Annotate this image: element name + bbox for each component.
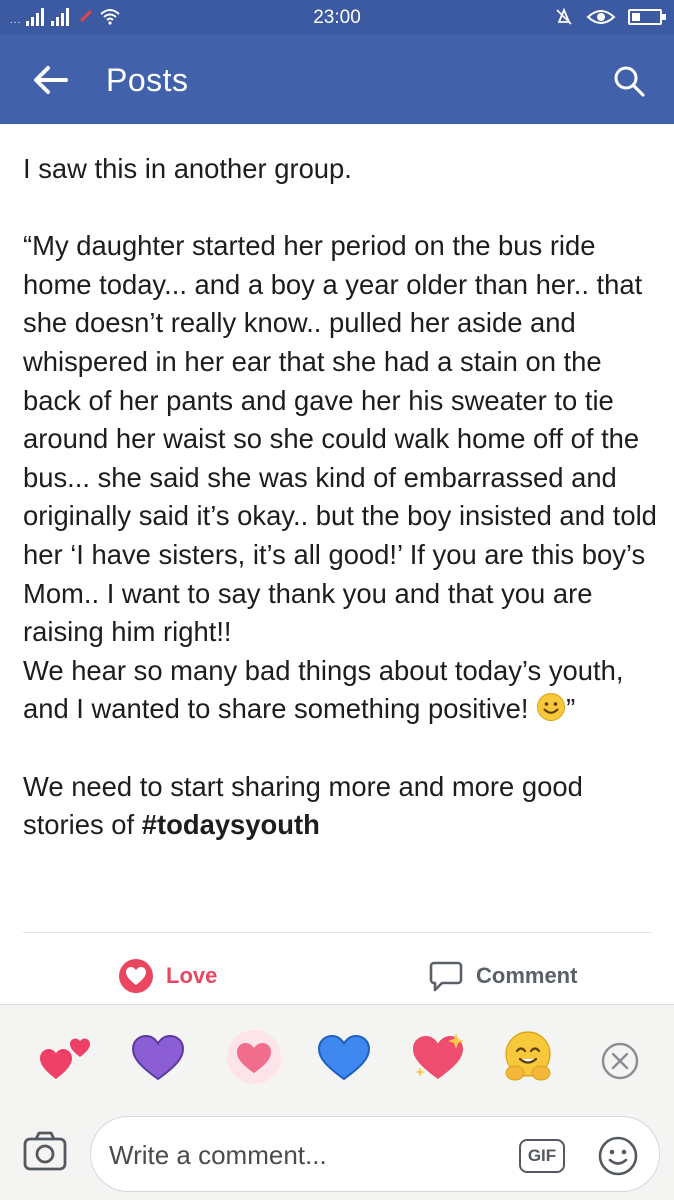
post-body: I saw this in another group. “My daughter… <box>23 150 659 845</box>
two-hearts-icon[interactable] <box>36 1027 96 1087</box>
post-actions: Love Comment <box>0 950 674 1000</box>
close-icon[interactable] <box>600 1041 640 1081</box>
comment-input-container: GIF <box>90 1116 660 1193</box>
post-paragraph: We need to start sharing more and more g… <box>23 768 659 845</box>
love-reaction-icon <box>119 959 153 993</box>
comment-composer: GIF <box>0 1104 674 1200</box>
glowing-heart-icon[interactable] <box>224 1027 284 1087</box>
gif-button[interactable]: GIF <box>519 1139 565 1173</box>
hashtag-link[interactable]: #todaysyouth <box>142 809 320 840</box>
reaction-tray <box>0 1004 674 1104</box>
purple-heart-icon[interactable] <box>128 1027 188 1087</box>
comment-label: Comment <box>476 963 578 988</box>
comment-icon <box>429 961 463 992</box>
battery-icon <box>628 9 666 25</box>
smiling-face-icon <box>537 693 566 722</box>
post-paragraph: “My daughter started her period on the b… <box>23 230 665 648</box>
post-paragraph: I saw this in another group. <box>23 153 352 184</box>
post-card: I saw this in another group. “My daughter… <box>0 124 674 1004</box>
camera-icon[interactable] <box>22 1130 68 1174</box>
sparkling-heart-icon[interactable] <box>408 1027 468 1087</box>
alarm-off-icon <box>556 7 572 25</box>
comment-button[interactable]: Comment <box>428 958 577 994</box>
divider <box>23 932 651 933</box>
love-button[interactable]: Love <box>118 958 217 994</box>
comment-input[interactable] <box>109 1117 509 1193</box>
status-icons-right <box>554 6 666 28</box>
love-label: Love <box>166 963 218 988</box>
blue-heart-icon[interactable] <box>314 1027 374 1087</box>
hugging-face-icon[interactable] <box>498 1027 558 1087</box>
status-bar: ... 23:00 <box>0 0 674 34</box>
app-bar: Posts <box>0 34 674 124</box>
arrow-left-icon[interactable] <box>30 62 70 98</box>
eye-icon <box>586 10 616 24</box>
page-title: Posts <box>106 62 189 98</box>
search-icon[interactable] <box>612 64 646 98</box>
sticker-icon[interactable] <box>597 1135 639 1177</box>
post-paragraph: We hear so many bad things about today’s… <box>23 652 659 729</box>
closing-quote: ” <box>566 693 576 725</box>
